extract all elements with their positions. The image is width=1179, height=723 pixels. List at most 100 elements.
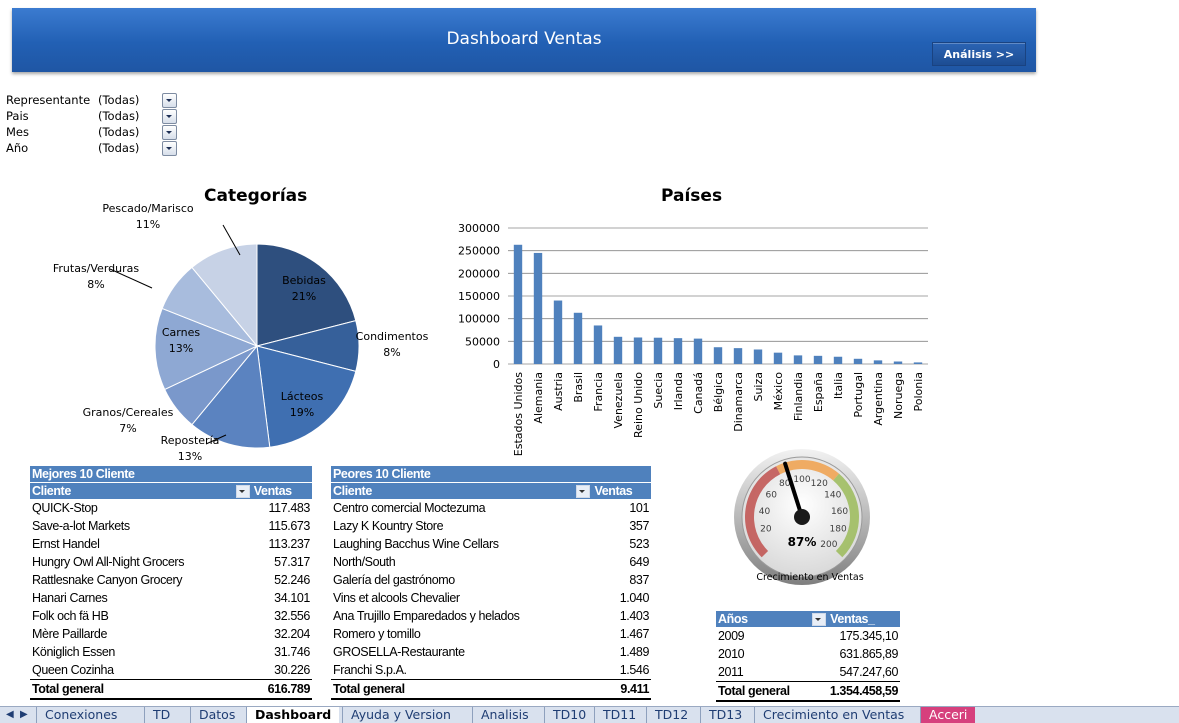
- filter-dropdown-icon[interactable]: [162, 93, 177, 108]
- filter-dropdown-icon[interactable]: [162, 109, 177, 124]
- total-label: Total general: [331, 679, 575, 700]
- sheet-tab[interactable]: Datos: [190, 707, 243, 723]
- row-label: GROSELLA-Restaurante: [333, 645, 465, 659]
- bar: [773, 352, 783, 364]
- row-value: 32.556: [274, 609, 310, 623]
- filter-value: (Todas): [98, 125, 140, 139]
- filter-value: (Todas): [98, 141, 140, 155]
- filter-ano: Año (Todas): [6, 141, 181, 156]
- pie-slice-percent: 21%: [292, 290, 316, 303]
- y-tick-label: 100000: [458, 313, 500, 326]
- x-tick-label: Francia: [592, 372, 605, 412]
- bar: [753, 349, 763, 364]
- filter-label: Mes: [6, 125, 29, 139]
- row-value: 523: [629, 537, 649, 551]
- row-label: Hanari Carnes: [32, 591, 108, 605]
- sheet-tab[interactable]: Acceri: [920, 707, 976, 723]
- x-tick-label: Suiza: [752, 372, 765, 402]
- column-header-sales: Ventas_: [810, 611, 900, 627]
- filter-dropdown-icon[interactable]: [162, 141, 177, 156]
- bar-chart-title: Países: [661, 186, 723, 206]
- growth-gauge: 20406080 100 12014016018020087%Crecimiento…: [734, 449, 870, 585]
- sheet-tab[interactable]: TD12: [646, 707, 696, 723]
- total-value: 1.354.458,59: [810, 681, 900, 702]
- sheet-tab[interactable]: Dashboard: [246, 707, 340, 723]
- row-label: Romero y tomillo: [333, 627, 421, 641]
- scroll-first-sheet-icon[interactable]: ◀: [6, 709, 14, 720]
- column-header-sales: Ventas: [574, 482, 651, 499]
- filter-dropdown-icon[interactable]: [162, 125, 177, 140]
- row-label: Laughing Bacchus Wine Cellars: [333, 537, 499, 551]
- sheet-tab[interactable]: Conexiones: [36, 707, 125, 723]
- row-value: 31.746: [274, 645, 310, 659]
- table-row: Rattlesnake Canyon Grocery 52.246: [30, 571, 312, 589]
- column-header-year: Años: [716, 611, 811, 627]
- table-row: Vins et alcools Chevalier 1.040: [331, 589, 651, 607]
- analysis-button[interactable]: Análisis >>: [932, 42, 1026, 66]
- bar: [553, 300, 563, 364]
- table-row: North/South 649: [331, 553, 651, 571]
- row-value: 175.345,10: [839, 629, 898, 643]
- row-label: Mère Paillarde: [32, 627, 107, 641]
- row-label: Franchi S.p.A.: [333, 663, 407, 677]
- row-label: 2011: [718, 665, 744, 679]
- x-tick-label: Venezuela: [612, 372, 625, 429]
- row-label: 2009: [718, 629, 745, 643]
- sheet-tab-bar: ◀ ▶ Conexiones TD Datos Dashboard Ayuda y Ve…: [0, 706, 1179, 723]
- sheet-tab[interactable]: TD: [144, 707, 178, 723]
- sheet-tab[interactable]: Crecimiento en Ventas: [754, 707, 912, 723]
- table-row: Romero y tomillo 1.467: [331, 625, 651, 643]
- sheet-tab[interactable]: TD13: [700, 707, 750, 723]
- gauge-tick-label: 160: [831, 507, 848, 517]
- pie-slice-label: Carnes: [162, 326, 200, 339]
- pie-slice-label: Pescado/Marisco: [102, 202, 194, 215]
- table-row: Queen Cozinha 30.226: [30, 661, 312, 680]
- filter-mes: Mes (Todas): [6, 125, 181, 140]
- pie-slice-percent: 8%: [383, 346, 400, 359]
- pie-slice-label: Repostería: [161, 434, 220, 447]
- row-label: Centro comercial Moctezuma: [333, 501, 486, 515]
- filter-dropdown-icon[interactable]: [235, 485, 250, 499]
- row-label: Rattlesnake Canyon Grocery: [32, 573, 183, 587]
- pie-slice-label: Condimentos: [356, 330, 429, 343]
- bar: [793, 355, 803, 364]
- filter-dropdown-icon[interactable]: [812, 613, 827, 627]
- bar: [833, 356, 843, 364]
- years-sales-table: Años Ventas_ 2009 175.345,10 2010 631.865,8…: [716, 611, 900, 702]
- table-row: 2009 175.345,10: [716, 627, 900, 645]
- bar: [613, 336, 623, 364]
- sheet-tab[interactable]: Ayuda y Version: [342, 707, 459, 723]
- table-row: Hungry Owl All-Night Grocers 57.317: [30, 553, 312, 571]
- filter-dropdown-icon[interactable]: [576, 485, 591, 499]
- sheet-tab[interactable]: TD11: [594, 707, 644, 723]
- filter-representante: Representante (Todas): [6, 93, 181, 108]
- table-row: Mère Paillarde 32.204: [30, 625, 312, 643]
- bar: [813, 355, 823, 364]
- categories-pie-chart: Bebidas 21% Condimentos 8% Lácteos 19% Reposte…: [53, 202, 429, 463]
- gauge-tick-label: 120: [811, 479, 828, 489]
- y-tick-label: 200000: [458, 267, 500, 280]
- row-label: Folk och fä HB: [32, 609, 109, 623]
- row-value: 1.040: [619, 591, 650, 605]
- table-title: Mejores 10 Cliente: [30, 466, 312, 483]
- x-tick-label: Suecia: [652, 372, 665, 409]
- gauge-hub: [794, 509, 810, 525]
- table-row: Galería del gastrónomo 837: [331, 571, 651, 589]
- best-clients-table: Mejores 10 Cliente Cliente Ventas QUICK-…: [30, 466, 312, 700]
- row-value: 1.467: [619, 627, 650, 641]
- bar: [653, 337, 663, 364]
- sheet-tab[interactable]: Analisis: [472, 707, 537, 723]
- gauge-caption: Crecimiento en Ventas: [756, 572, 863, 583]
- column-header-sales: Ventas: [233, 482, 312, 499]
- worst-clients-table: Peores 10 Cliente Cliente Ventas Centro …: [331, 466, 651, 700]
- sheet-tab[interactable]: TD10: [544, 707, 594, 723]
- x-tick-label: Finlandia: [792, 372, 805, 421]
- row-value: 115.673: [268, 519, 311, 533]
- gauge-tick-label: 200: [820, 540, 837, 550]
- x-tick-label: México: [772, 372, 785, 411]
- bar: [633, 337, 643, 364]
- scroll-last-sheet-icon[interactable]: ▶: [20, 709, 28, 720]
- row-label: Save-a-lot Markets: [32, 519, 130, 533]
- bar: [713, 347, 723, 364]
- gauge-tick-label: 100: [793, 475, 810, 485]
